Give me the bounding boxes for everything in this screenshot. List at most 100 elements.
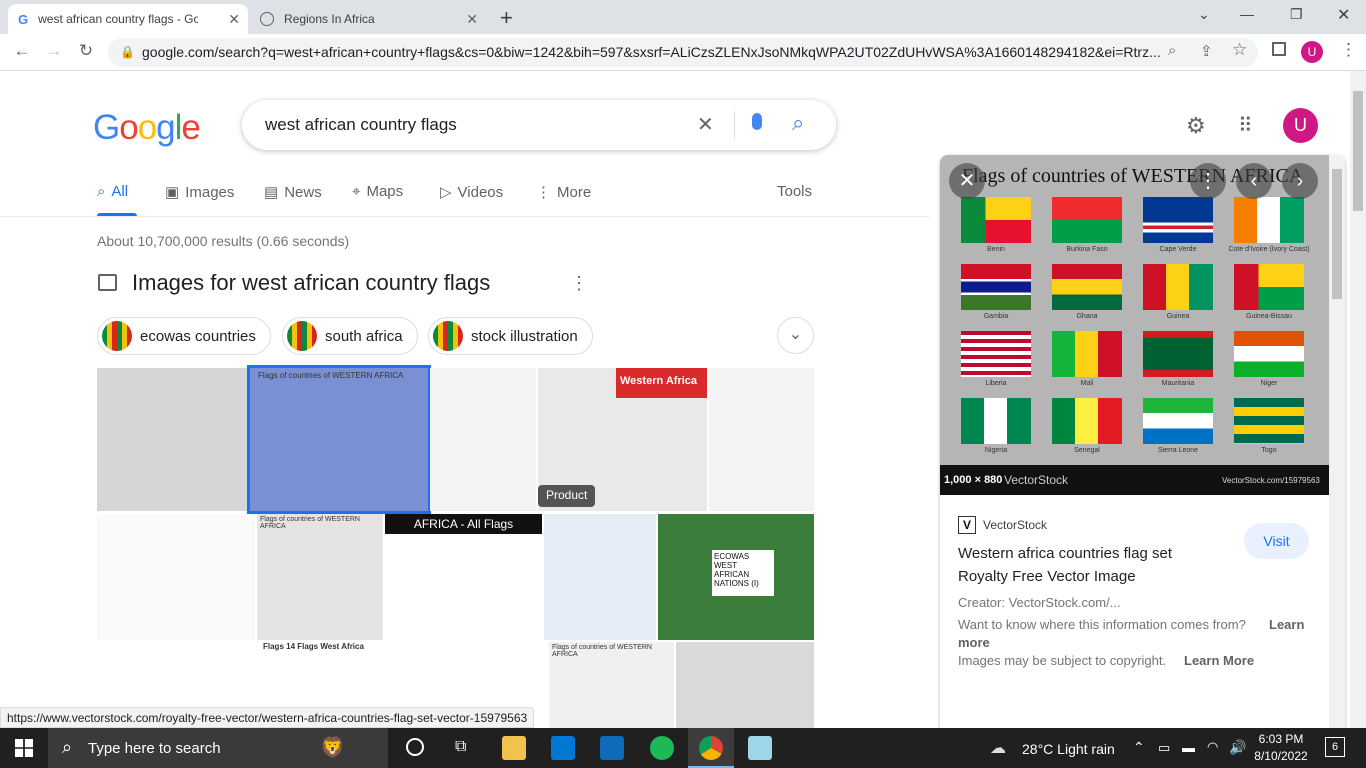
menu-dots-icon[interactable]: ⋮	[1340, 40, 1357, 60]
account-avatar[interactable]: U	[1283, 108, 1318, 143]
side-panel-icon[interactable]	[1272, 42, 1286, 56]
source-name[interactable]: VectorStock	[983, 518, 1047, 532]
learn-more-link-cont[interactable]: more	[958, 635, 990, 650]
weather-cloud-icon[interactable]: ☁	[990, 738, 1006, 758]
chrome-taskbar-button[interactable]	[688, 728, 734, 768]
tab-news[interactable]: ▤ News	[264, 183, 322, 202]
image-result[interactable]: ECOWAS WEST AFRICAN NATIONS (I)	[658, 514, 814, 640]
cortana-icon[interactable]	[406, 738, 424, 756]
settings-gear-icon[interactable]: ⚙	[1186, 113, 1206, 139]
spotify-icon[interactable]	[650, 736, 674, 760]
file-explorer-icon[interactable]	[502, 736, 526, 760]
result-title-line1[interactable]: Western africa countries flag set	[958, 545, 1172, 562]
tab-videos[interactable]: ▷ Videos	[440, 183, 504, 202]
mail-icon[interactable]	[600, 736, 624, 760]
next-arrow-icon[interactable]: ›	[1282, 163, 1318, 199]
panel-scrollbar[interactable]	[1329, 155, 1345, 728]
tab-label: More	[557, 183, 592, 201]
chevron-down-icon[interactable]: ⌄	[777, 317, 814, 354]
image-result[interactable]	[97, 368, 249, 511]
close-tab-icon[interactable]: ✕	[466, 11, 478, 28]
preview-image[interactable]: Flags of countries of WESTERN AFRICA Ben…	[940, 155, 1329, 495]
tab-search-chevron-icon[interactable]: ⌄	[1198, 6, 1210, 23]
close-window-button[interactable]: ✕	[1337, 5, 1350, 25]
windows-start-icon[interactable]	[15, 739, 33, 757]
forward-arrow-icon[interactable]: →	[42, 41, 66, 61]
reload-icon[interactable]: ↻	[74, 41, 98, 61]
back-arrow-icon[interactable]: ←	[10, 41, 34, 61]
bookmark-star-icon[interactable]: ☆	[1232, 40, 1247, 60]
image-result[interactable]	[430, 368, 536, 511]
tab-all[interactable]: ⌕ All	[97, 183, 128, 200]
notification-center-icon[interactable]: 6	[1325, 737, 1345, 757]
search-input[interactable]: west african country flags	[265, 115, 457, 135]
result-title-line2[interactable]: Royalty Free Vector Image	[958, 568, 1136, 585]
restore-button[interactable]: ❐	[1290, 6, 1303, 23]
new-tab-button[interactable]: +	[500, 5, 513, 31]
image-result[interactable]	[676, 642, 814, 728]
battery-icon[interactable]: ▬	[1182, 740, 1195, 755]
more-options-icon[interactable]: ⋮	[570, 273, 588, 294]
chip-stock-illustration[interactable]: stock illustration	[428, 317, 593, 355]
scrollbar-thumb[interactable]	[1332, 169, 1342, 299]
minimize-button[interactable]: —	[1240, 6, 1254, 22]
image-result[interactable]	[544, 514, 656, 640]
learn-more-link-2[interactable]: Learn More	[1184, 653, 1254, 668]
microphone-icon[interactable]	[752, 113, 762, 130]
tab-google-search[interactable]: G west african country flags - Goog ✕	[8, 4, 248, 34]
image-result[interactable]: Flags of countries of WESTERN AFRICA	[257, 514, 383, 640]
creator-text: Creator: VectorStock.com/...	[958, 595, 1121, 610]
image-result[interactable]: Western Africa Product	[538, 368, 707, 511]
volume-icon[interactable]: 🔊	[1229, 739, 1246, 756]
tools-button[interactable]: Tools	[777, 183, 812, 200]
previous-arrow-icon[interactable]: ‹	[1236, 163, 1272, 199]
flag-togo	[1234, 398, 1304, 444]
flag-label: Guinea	[1166, 313, 1190, 320]
tab-images[interactable]: ▣ Images	[165, 183, 234, 202]
weather-text[interactable]: 28°C Light rain	[1022, 741, 1115, 757]
tab-maps[interactable]: ⌖ Maps	[352, 183, 403, 200]
flag-nigeria	[961, 398, 1031, 444]
chevron-up-icon[interactable]: ⌃	[1133, 739, 1145, 756]
images-section-title[interactable]: Images for west african country flags	[132, 270, 490, 296]
task-view-icon[interactable]: ⧉	[455, 738, 466, 756]
image-result[interactable]	[97, 514, 255, 640]
image-result-selected[interactable]: Flags of countries of WESTERN AFRICA	[247, 365, 431, 514]
more-options-icon[interactable]: ⋮	[1190, 163, 1226, 199]
flag-guinea-bissau	[1234, 264, 1304, 310]
image-result[interactable]	[709, 368, 814, 511]
image-result[interactable]: Flags of countries of WESTERN AFRICA	[549, 642, 674, 728]
clear-search-icon[interactable]: ✕	[697, 112, 714, 137]
microsoft-store-icon[interactable]	[551, 736, 575, 760]
thumb-title: Western Africa	[616, 368, 707, 398]
image-icon	[98, 274, 117, 291]
tab-regions-in-africa[interactable]: Regions In Africa ✕	[250, 4, 486, 34]
clock-date[interactable]: 8/10/2022	[1253, 749, 1309, 763]
visit-button[interactable]: Visit	[1244, 523, 1309, 559]
close-icon[interactable]: ✕	[949, 163, 985, 199]
image-result[interactable]: AFRICA - All Flags	[385, 514, 542, 640]
tab-more[interactable]: ⋮ More	[536, 183, 592, 202]
notepad-icon[interactable]	[748, 736, 772, 760]
wifi-icon[interactable]: ◠	[1207, 739, 1218, 755]
tab-label: Videos	[457, 183, 504, 201]
share-icon[interactable]: ⇪	[1200, 42, 1213, 60]
page-scrollbar[interactable]	[1350, 71, 1366, 728]
search-box[interactable]: west african country flags ✕ ⌕	[242, 100, 836, 150]
network-icon[interactable]: ▭	[1158, 740, 1170, 756]
apps-grid-icon[interactable]: ⠿	[1238, 113, 1253, 138]
taskbar-search[interactable]: ⌕ Type here to search 🦁	[48, 728, 388, 768]
address-bar[interactable]: 🔒 google.com/search?q=west+african+count…	[108, 38, 1258, 67]
search-icon[interactable]: ⌕	[792, 110, 804, 136]
profile-avatar[interactable]: U	[1301, 41, 1323, 63]
clock-time[interactable]: 6:03 PM	[1257, 732, 1305, 746]
google-logo[interactable]: Google	[93, 108, 201, 148]
flag-label: Mauritania	[1161, 380, 1195, 387]
close-tab-icon[interactable]: ✕	[228, 11, 240, 28]
flag-label: Gambia	[983, 313, 1009, 320]
learn-more-link[interactable]: Learn	[1269, 617, 1304, 632]
scrollbar-thumb[interactable]	[1353, 91, 1363, 211]
chip-south-africa[interactable]: south africa	[282, 317, 418, 355]
chip-ecowas-countries[interactable]: ecowas countries	[97, 317, 271, 355]
zoom-icon[interactable]: ⌕	[1168, 42, 1176, 59]
